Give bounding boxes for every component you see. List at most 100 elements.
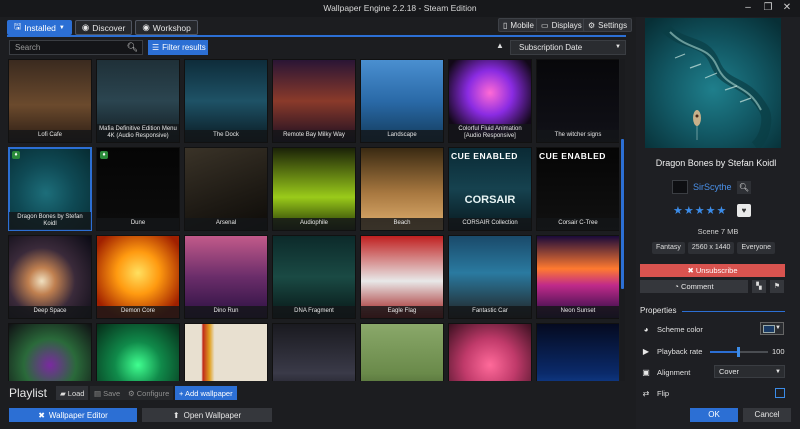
settings-button[interactable]: ⚙ Settings (583, 18, 633, 32)
wallpaper-tile[interactable]: Deep Space (8, 235, 92, 319)
alignment-select[interactable]: Cover ▼ (714, 365, 785, 378)
author-search-icon[interactable]: 🔍︎ (737, 181, 751, 194)
wallpaper-tile[interactable] (8, 323, 92, 381)
tab-label: Discover (92, 22, 126, 33)
report-flag-icon[interactable]: ⚑ (770, 280, 784, 293)
wallpaper-title: Dino Run (185, 306, 267, 318)
wallpaper-tile[interactable]: Colorful Fluid Animation [Audio Responsi… (448, 59, 532, 143)
scrollbar-thumb[interactable] (621, 139, 624, 289)
search-input[interactable] (10, 41, 128, 54)
filter-results-button[interactable]: ☰ Filter results (148, 40, 208, 55)
sort-select[interactable]: Subscription Date ▼ (510, 40, 626, 55)
wallpaper-tile[interactable]: Dino Run (184, 235, 268, 319)
author-avatar[interactable] (672, 180, 688, 194)
playlist-save-button[interactable]: ▤ Save (90, 386, 125, 400)
main-tabs: 🖫 Installed ▼ ◉ Discover ◉ Workshop (7, 20, 198, 35)
wallpaper-tile[interactable] (448, 323, 532, 381)
cue-enabled-label: CUE ENABLED (539, 151, 606, 161)
comment-icon: ◔ (674, 282, 679, 291)
wallpaper-tile[interactable]: Audiophile (272, 147, 356, 231)
wallpaper-tile[interactable]: CUE ENABLED CORSAIR CORSAIR Collection (448, 147, 532, 231)
property-playback-rate: ▶ Playback rate (640, 344, 703, 358)
wallpaper-tile[interactable]: Landscape (360, 59, 444, 143)
wallpaper-title: Neon Sunset (537, 306, 619, 318)
wallpaper-tile[interactable]: Lofi Cafe (8, 59, 92, 143)
tab-underline (7, 35, 626, 37)
displays-button[interactable]: ▭ Displays (536, 18, 587, 32)
wallpaper-tile[interactable] (96, 323, 180, 381)
alignment-value: Cover (719, 367, 740, 376)
wallpaper-tile[interactable]: CUE ENABLED Corsair C-Tree (536, 147, 619, 231)
grid-scrollbar[interactable] (620, 59, 625, 381)
wallpaper-title: Dragon Bones by Stefan Koidl (9, 212, 91, 230)
wallpaper-tile[interactable]: Mafia Definitive Edition Menu 4K (Audio … (96, 59, 180, 143)
unsubscribe-button[interactable]: ✖ Unsubscribe (640, 264, 785, 277)
gear-icon: ⚙ (128, 388, 135, 398)
wallpaper-tile[interactable]: The witcher signs (536, 59, 619, 143)
playlist-load-button[interactable]: ▰ Load (56, 386, 89, 400)
sort-direction-toggle[interactable]: ▲ (496, 41, 504, 50)
wallpaper-title: Mafia Definitive Edition Menu 4K (Audio … (97, 124, 179, 142)
upload-icon: ⬆ (172, 410, 180, 420)
wallpaper-tile[interactable]: Demon Core (96, 235, 180, 319)
comment-button[interactable]: ◔ Comment (640, 280, 748, 293)
wallpaper-tile[interactable] (360, 323, 444, 381)
wallpaper-tile[interactable]: Fantastic Car (448, 235, 532, 319)
playlist-label: Playlist (9, 386, 48, 400)
property-scheme-color: ◕ Scheme color (640, 322, 703, 336)
dragon-preview-art (645, 18, 781, 148)
tab-workshop[interactable]: ◉ Workshop (135, 20, 198, 35)
playlist-badge-icon: ♦ (100, 151, 108, 159)
ok-button[interactable]: OK (690, 408, 738, 422)
editor-icon: ✖ (38, 410, 45, 420)
wallpaper-tile[interactable]: ♦ Dune (96, 147, 180, 231)
tag-rating: Everyone (737, 242, 776, 254)
chevron-down-icon: ▼ (615, 44, 621, 50)
open-wallpaper-button[interactable]: ⬆ Open Wallpaper (142, 408, 272, 422)
chevron-down-icon: ▼ (775, 325, 781, 331)
search-icon[interactable]: 🔍︎ (127, 42, 138, 53)
wallpaper-title: Lofi Cafe (9, 130, 91, 142)
close-icon[interactable]: ✕ (781, 2, 793, 13)
properties-heading: Properties (640, 306, 677, 315)
wallpaper-tile[interactable]: The Dock (184, 59, 268, 143)
wallpaper-tile[interactable]: ♦ Dragon Bones by Stefan Koidl (8, 147, 92, 231)
wallpaper-tile[interactable]: DNA Fragment (272, 235, 356, 319)
slider-fill (710, 351, 738, 353)
window-title: Wallpaper Engine 2.2.18 - Steam Edition (323, 3, 477, 13)
wallpaper-tile[interactable] (272, 323, 356, 381)
open-label: Open Wallpaper (183, 410, 242, 420)
wallpaper-title: Deep Space (9, 306, 91, 318)
gear-icon: ⚙ (588, 20, 596, 30)
editor-label: Wallpaper Editor (48, 410, 108, 420)
playback-rate-slider[interactable] (710, 347, 768, 357)
favorite-heart-icon[interactable]: ♥ (737, 204, 751, 217)
wallpaper-tile[interactable] (184, 323, 268, 381)
wallpaper-tile[interactable]: Eagle Flag (360, 235, 444, 319)
flip-checkbox[interactable] (775, 388, 785, 398)
wallpaper-tile[interactable]: Arsenal (184, 147, 268, 231)
add-wallpaper-button[interactable]: + Add wallpaper (175, 386, 237, 400)
wallpaper-tile[interactable]: Neon Sunset (536, 235, 619, 319)
wallpaper-editor-button[interactable]: ✖ Wallpaper Editor (9, 408, 137, 422)
mobile-button[interactable]: ▯ Mobile (498, 18, 539, 32)
tab-installed[interactable]: 🖫 Installed ▼ (7, 20, 72, 35)
wallpaper-tile[interactable] (536, 323, 619, 381)
flip-icon: ⇄ (642, 388, 650, 398)
wallpaper-tile[interactable]: Beach (360, 147, 444, 231)
share-icon[interactable]: ▚ (752, 280, 766, 293)
wallpaper-tile[interactable]: Remote Bay Milky Way (272, 59, 356, 143)
tab-label: Installed (24, 22, 56, 33)
scheme-color-picker[interactable]: ▼ (760, 322, 784, 335)
author-link[interactable]: SirScythe (693, 182, 732, 192)
cancel-button[interactable]: Cancel (743, 408, 791, 422)
minimize-icon[interactable]: – (742, 2, 754, 13)
save-label: Save (103, 388, 121, 398)
maximize-icon[interactable]: ❐ (762, 2, 774, 13)
wallpaper-title: Remote Bay Milky Way (273, 130, 355, 142)
tab-discover[interactable]: ◉ Discover (74, 20, 133, 35)
playlist-configure-button[interactable]: ⚙ Configure (124, 386, 174, 400)
chevron-down-icon: ▼ (58, 24, 65, 31)
wallpaper-meta: Scene 7 MB (697, 227, 739, 236)
slider-handle[interactable] (737, 347, 740, 357)
